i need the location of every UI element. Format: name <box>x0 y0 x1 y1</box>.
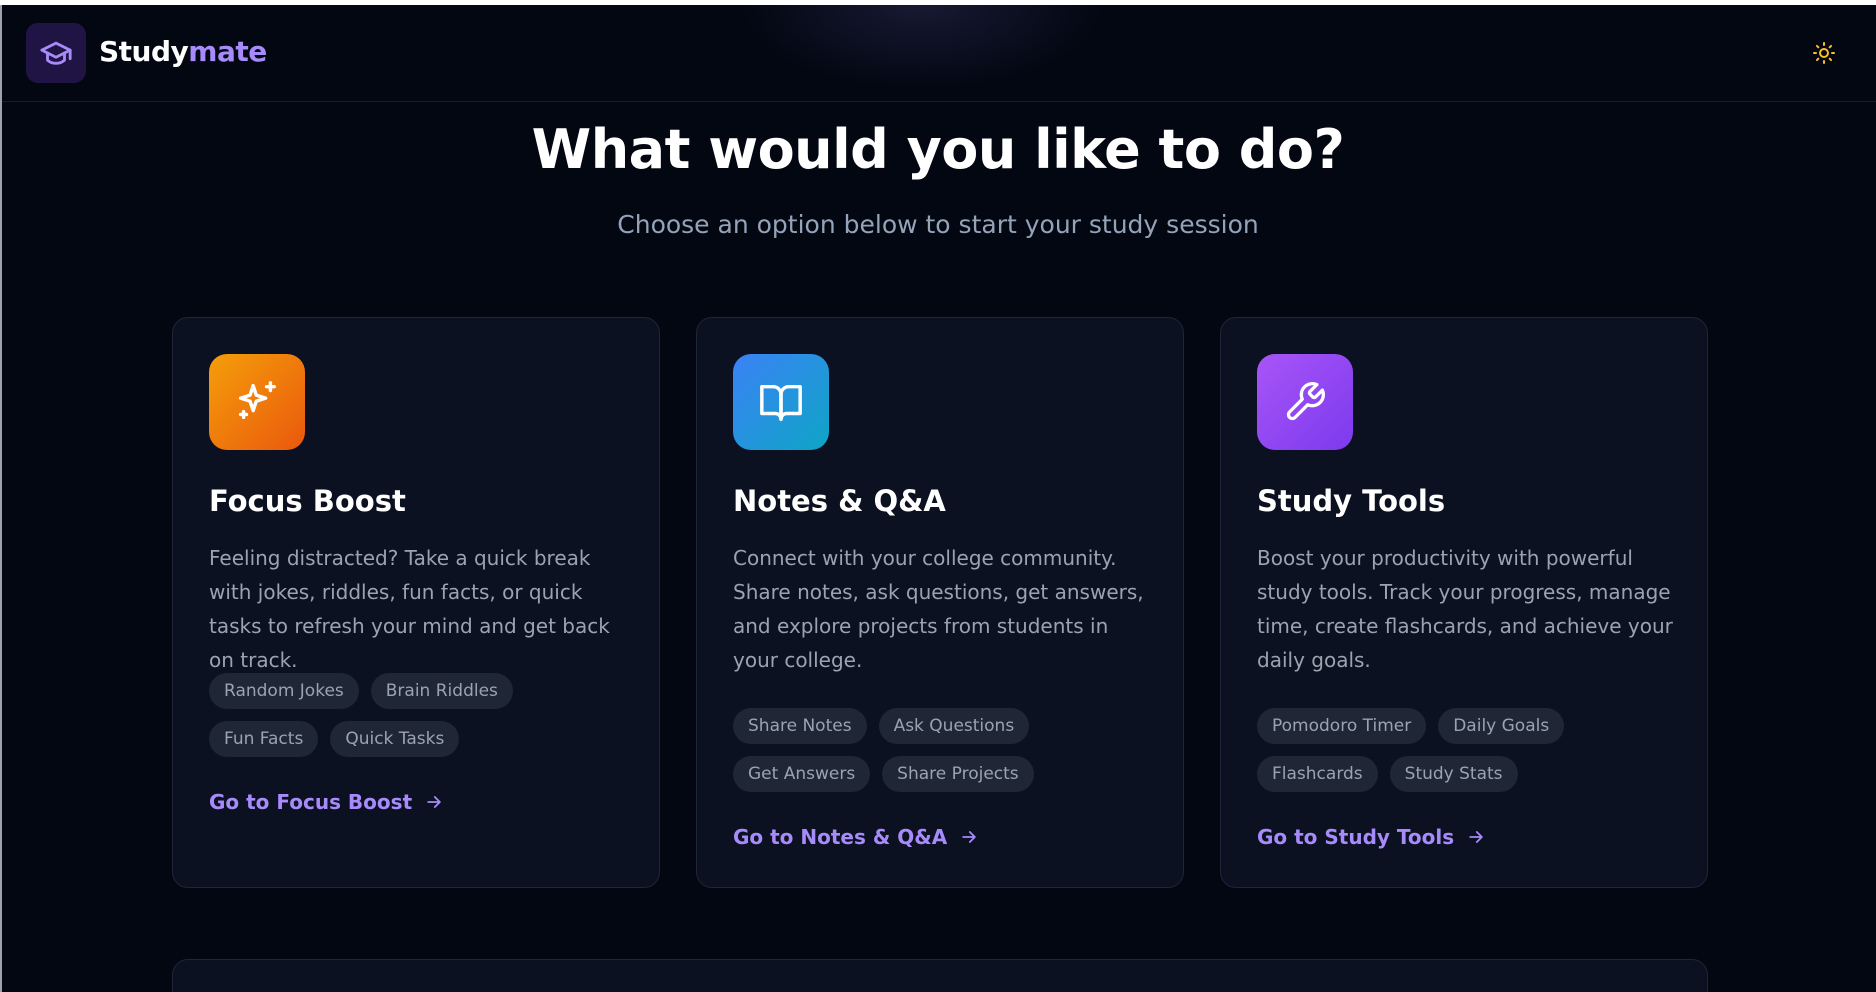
wrench-icon <box>1286 382 1325 421</box>
app-header: Studymate <box>2 5 1876 102</box>
page-title: What would you like to do? <box>531 118 1345 181</box>
tag: Share Projects <box>882 756 1034 792</box>
tag: Study Stats <box>1389 756 1518 792</box>
brand-name-part2: mate <box>188 35 267 68</box>
card-focus-boost[interactable]: Focus Boost Feeling distracted? Take a q… <box>172 317 660 888</box>
brand-name-part1: Study <box>99 35 189 68</box>
card-description: Connect with your college community. Sha… <box>733 546 1144 672</box>
tag: Fun Facts <box>209 721 319 757</box>
page-subtitle: Choose an option below to start your stu… <box>617 210 1259 239</box>
card-icon-box <box>209 354 305 450</box>
link-label: Go to Study Tools <box>1257 825 1455 849</box>
go-to-study-tools-link[interactable]: Go to Study Tools <box>1257 825 1486 849</box>
tag-list: Share Notes Ask Questions Get Answers Sh… <box>733 708 1153 792</box>
tag: Get Answers <box>733 756 871 792</box>
link-label: Go to Notes & Q&A <box>733 825 948 849</box>
tag: Flashcards <box>1257 756 1378 792</box>
sun-icon <box>1813 42 1835 64</box>
bottom-card-partial <box>172 959 1708 992</box>
card-title: Notes & Q&A <box>733 484 946 518</box>
link-label: Go to Focus Boost <box>209 790 413 814</box>
brand-logo[interactable] <box>26 23 86 83</box>
card-title: Study Tools <box>1257 484 1446 518</box>
sparkles-icon <box>238 381 276 420</box>
tag: Ask Questions <box>878 708 1030 744</box>
tag-list: Random Jokes Brain Riddles Fun Facts Qui… <box>209 673 629 757</box>
tag: Share Notes <box>733 708 867 744</box>
card-icon-box <box>733 354 829 450</box>
tag: Daily Goals <box>1438 708 1565 744</box>
tag-list: Pomodoro Timer Daily Goals Flashcards St… <box>1257 708 1677 792</box>
book-open-icon <box>760 384 802 421</box>
brand-name[interactable]: Studymate <box>99 35 267 68</box>
graduation-cap-icon <box>40 41 72 65</box>
arrow-right-icon <box>427 796 441 808</box>
tag: Quick Tasks <box>330 721 460 757</box>
tag: Brain Riddles <box>370 673 513 709</box>
tag: Random Jokes <box>209 673 359 709</box>
card-description: Feeling distracted? Take a quick break w… <box>209 546 610 672</box>
go-to-focus-boost-link[interactable]: Go to Focus Boost <box>209 790 444 814</box>
card-title: Focus Boost <box>209 484 406 518</box>
go-to-notes-qa-link[interactable]: Go to Notes & Q&A <box>733 825 979 849</box>
card-study-tools[interactable]: Study Tools Boost your productivity with… <box>1220 317 1708 888</box>
card-description: Boost your productivity with powerful st… <box>1257 546 1673 672</box>
card-icon-box <box>1257 354 1353 450</box>
arrow-right-icon <box>1469 831 1483 843</box>
arrow-right-icon <box>962 831 976 843</box>
theme-toggle-button[interactable] <box>1810 39 1838 67</box>
tag: Pomodoro Timer <box>1257 708 1427 744</box>
card-notes-qa[interactable]: Notes & Q&A Connect with your college co… <box>696 317 1184 888</box>
